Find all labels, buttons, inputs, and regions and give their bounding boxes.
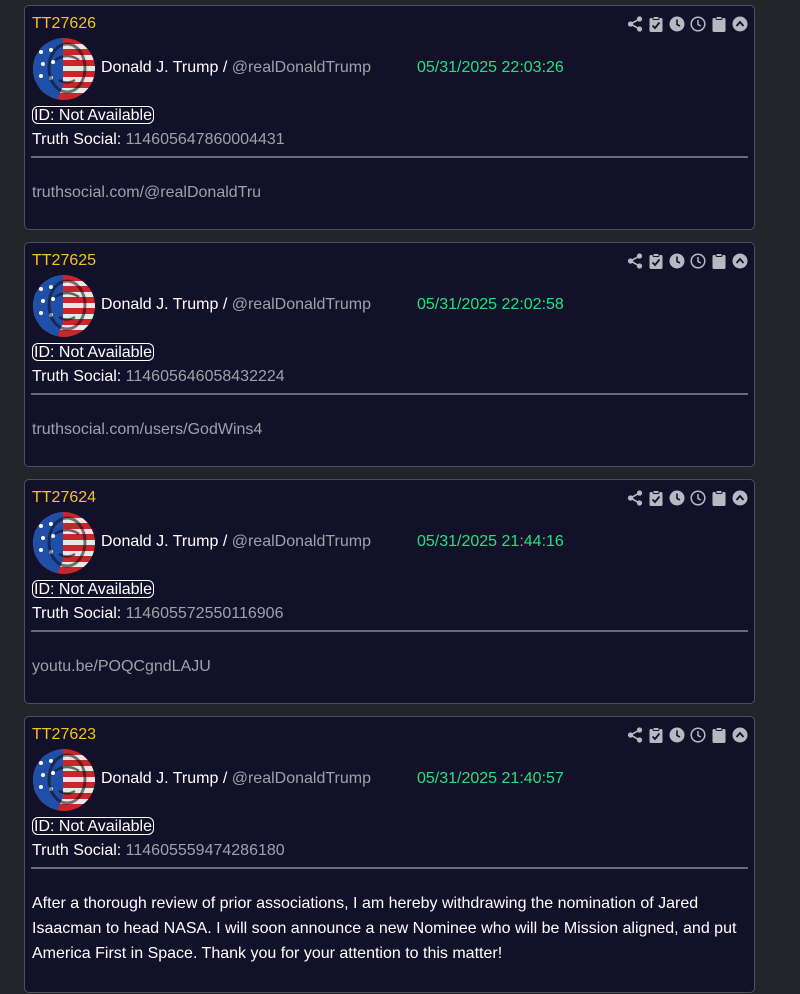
- clock-filled-icon[interactable]: [668, 726, 685, 743]
- post-card: TT27623 Donald J. Trump / @realDonaldTru…: [24, 716, 755, 993]
- clipboard-check-icon[interactable]: [647, 15, 664, 32]
- truth-social-line: Truth Social: 114605647860004431: [32, 131, 285, 149]
- post-timestamp: 05/31/2025 22:03:26: [417, 59, 564, 76]
- clipboard-icon[interactable]: [710, 15, 727, 32]
- post-timestamp: 05/31/2025 21:44:16: [417, 533, 564, 550]
- caret-up-circle-icon[interactable]: [731, 15, 748, 32]
- divider: [31, 156, 748, 158]
- truth-social-line: Truth Social: 114605646058432224: [32, 368, 285, 386]
- share-icon[interactable]: [626, 252, 643, 269]
- post-card: TT27626 Donald J. Trump / @realDonaldTru…: [24, 5, 755, 230]
- author-handle[interactable]: @realDonaldTrump: [232, 296, 371, 313]
- id-badge: ID: Not Available: [32, 343, 154, 361]
- clock-outline-icon[interactable]: [689, 489, 706, 506]
- clock-filled-icon[interactable]: [668, 15, 685, 32]
- share-icon[interactable]: [626, 15, 643, 32]
- post-toolbar: [626, 252, 748, 269]
- share-icon[interactable]: [626, 489, 643, 506]
- truth-social-id[interactable]: 114605646058432224: [126, 368, 285, 385]
- post-timestamp: 05/31/2025 21:40:57: [417, 770, 564, 787]
- truth-social-line: Truth Social: 114605572550116906: [32, 605, 283, 623]
- avatar: [33, 749, 95, 811]
- truth-social-id[interactable]: 114605572550116906: [126, 605, 284, 622]
- post-id-link[interactable]: TT27623: [32, 726, 96, 744]
- clipboard-check-icon[interactable]: [647, 726, 664, 743]
- divider: [31, 630, 748, 632]
- author-name: Donald J. Trump /: [101, 770, 232, 787]
- post-id-link[interactable]: TT27624: [32, 489, 96, 507]
- clipboard-check-icon[interactable]: [647, 252, 664, 269]
- caret-up-circle-icon[interactable]: [731, 252, 748, 269]
- author-name: Donald J. Trump /: [101, 296, 232, 313]
- truth-social-label: Truth Social:: [32, 842, 126, 859]
- truth-social-label: Truth Social:: [32, 605, 126, 622]
- clock-outline-icon[interactable]: [689, 252, 706, 269]
- clipboard-icon[interactable]: [710, 489, 727, 506]
- caret-up-circle-icon[interactable]: [731, 489, 748, 506]
- author-name: Donald J. Trump /: [101, 533, 232, 550]
- post-content[interactable]: youtu.be/POQCgndLAJU: [32, 654, 740, 679]
- divider: [31, 867, 748, 869]
- author-line: Donald J. Trump / @realDonaldTrump: [101, 770, 371, 788]
- caret-up-circle-icon[interactable]: [731, 726, 748, 743]
- clock-outline-icon[interactable]: [689, 15, 706, 32]
- author-handle[interactable]: @realDonaldTrump: [232, 533, 371, 550]
- id-badge: ID: Not Available: [32, 580, 154, 598]
- clipboard-icon[interactable]: [710, 252, 727, 269]
- post-toolbar: [626, 15, 748, 32]
- clock-outline-icon[interactable]: [689, 726, 706, 743]
- truth-social-line: Truth Social: 114605559474286180: [32, 842, 285, 860]
- truth-social-label: Truth Social:: [32, 131, 126, 148]
- post-id-link[interactable]: TT27626: [32, 15, 96, 33]
- truth-social-label: Truth Social:: [32, 368, 126, 385]
- post-timestamp: 05/31/2025 22:02:58: [417, 296, 564, 313]
- post-content: After a thorough review of prior associa…: [32, 895, 737, 962]
- author-line: Donald J. Trump / @realDonaldTrump: [101, 296, 371, 314]
- post-toolbar: [626, 489, 748, 506]
- post-feed: TT27626 Donald J. Trump / @realDonaldTru…: [0, 0, 800, 994]
- id-badge: ID: Not Available: [32, 817, 154, 835]
- author-handle[interactable]: @realDonaldTrump: [232, 770, 371, 787]
- divider: [31, 393, 748, 395]
- clipboard-icon[interactable]: [710, 726, 727, 743]
- clock-filled-icon[interactable]: [668, 252, 685, 269]
- truth-social-id[interactable]: 114605559474286180: [126, 842, 285, 859]
- author-line: Donald J. Trump / @realDonaldTrump: [101, 533, 371, 551]
- truth-social-id[interactable]: 114605647860004431: [126, 131, 285, 148]
- post-content[interactable]: truthsocial.com/@realDonaldTru: [32, 180, 740, 205]
- post-card: TT27625 Donald J. Trump / @realDonaldTru…: [24, 242, 755, 467]
- avatar: [33, 38, 95, 100]
- clipboard-check-icon[interactable]: [647, 489, 664, 506]
- id-badge: ID: Not Available: [32, 106, 154, 124]
- author-handle[interactable]: @realDonaldTrump: [232, 59, 371, 76]
- avatar: [33, 275, 95, 337]
- author-name: Donald J. Trump /: [101, 59, 232, 76]
- post-card: TT27624 Donald J. Trump / @realDonaldTru…: [24, 479, 755, 704]
- post-content[interactable]: truthsocial.com/users/GodWins4: [32, 417, 740, 442]
- post-toolbar: [626, 726, 748, 743]
- share-icon[interactable]: [626, 726, 643, 743]
- post-id-link[interactable]: TT27625: [32, 252, 96, 270]
- avatar: [33, 512, 95, 574]
- clock-filled-icon[interactable]: [668, 489, 685, 506]
- author-line: Donald J. Trump / @realDonaldTrump: [101, 59, 371, 77]
